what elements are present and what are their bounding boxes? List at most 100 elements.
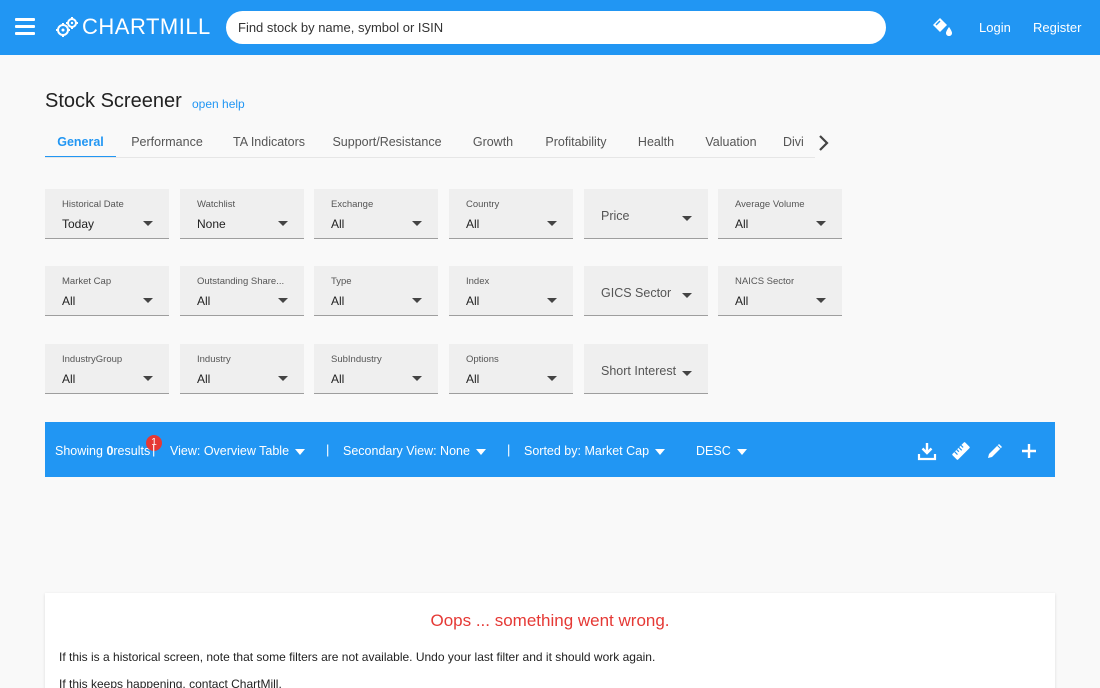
filter-value: All: [331, 372, 345, 386]
filter-watchlist[interactable]: Watchlist None: [180, 189, 304, 239]
secondary-view-label: Secondary View: None: [343, 444, 470, 458]
filter-options[interactable]: Options All: [449, 344, 573, 394]
results-count: Showing 0results: [55, 444, 150, 458]
filter-industry[interactable]: Industry All: [180, 344, 304, 394]
filter-index[interactable]: Index All: [449, 266, 573, 316]
tab-bar: General Performance TA Indicators Suppor…: [45, 126, 815, 158]
filter-label: GICS Sector: [601, 286, 672, 300]
menu-icon[interactable]: [15, 18, 35, 36]
separator: |: [152, 442, 156, 457]
filter-exchange[interactable]: Exchange All: [314, 189, 438, 239]
filter-industry-group[interactable]: IndustryGroup All: [45, 344, 169, 394]
filter-outstanding-shares[interactable]: Outstanding Share... All: [180, 266, 304, 316]
filter-value: All: [62, 294, 76, 308]
filter-label: Price: [601, 209, 630, 223]
caret-down-icon: [547, 376, 557, 381]
results-toolbar: Showing 0results 1 | View: Overview Tabl…: [45, 422, 1055, 477]
caret-down-icon: [547, 221, 557, 226]
tab-health[interactable]: Health: [632, 126, 680, 157]
filter-value: All: [62, 372, 76, 386]
filter-value: All: [735, 217, 749, 231]
chevron-right-icon[interactable]: [816, 133, 832, 153]
tab-performance[interactable]: Performance: [127, 126, 207, 157]
filter-naics-sector[interactable]: NAICS Sector All: [718, 266, 842, 316]
error-title: Oops ... something went wrong.: [430, 611, 670, 630]
filter-market-cap[interactable]: Market Cap All: [45, 266, 169, 316]
filter-label: SubIndustry: [331, 354, 382, 365]
filter-label: Exchange: [331, 199, 374, 210]
tab-ta-indicators[interactable]: TA Indicators: [227, 126, 311, 157]
view-label: View: Overview Table: [170, 444, 290, 458]
tab-growth[interactable]: Growth: [466, 126, 520, 157]
filter-label: Market Cap: [62, 276, 112, 287]
order-label: DESC: [696, 444, 731, 458]
filter-value: All: [466, 217, 480, 231]
paint-bucket-icon[interactable]: [930, 16, 954, 38]
tab-support-resistance[interactable]: Support/Resistance: [331, 126, 443, 157]
filter-type[interactable]: Type All: [314, 266, 438, 316]
filter-label: Index: [466, 276, 490, 287]
caret-down-icon: [143, 376, 153, 381]
filter-historical-date[interactable]: Historical Date Today: [45, 189, 169, 239]
filter-value: All: [197, 294, 211, 308]
login-link[interactable]: Login: [979, 20, 1011, 35]
plus-icon[interactable]: [1019, 441, 1039, 461]
search-input[interactable]: [226, 11, 886, 44]
ruler-icon[interactable]: [951, 441, 971, 461]
filter-label: Industry: [197, 354, 231, 365]
filter-subindustry[interactable]: SubIndustry All: [314, 344, 438, 394]
filter-gics-sector[interactable]: GICS Sector: [584, 266, 708, 316]
sort-dropdown[interactable]: Sorted by: Market Cap: [524, 444, 666, 458]
filter-average-volume[interactable]: Average Volume All: [718, 189, 842, 239]
showing-suffix: results: [113, 444, 151, 458]
caret-down-icon: [278, 376, 288, 381]
separator: |: [326, 442, 330, 457]
filter-label: Short Interest: [601, 364, 677, 378]
secondary-view-dropdown[interactable]: Secondary View: None: [343, 444, 486, 458]
caret-down-icon: [816, 298, 826, 303]
filter-label: Average Volume: [735, 199, 805, 210]
error-contact-message: If this keeps happening, contact ChartMi…: [59, 677, 282, 688]
filter-label: Options: [466, 354, 499, 365]
filter-country[interactable]: Country All: [449, 189, 573, 239]
gear-logo-icon: [56, 17, 78, 37]
caret-down-icon: [682, 216, 692, 221]
filter-value: None: [197, 217, 226, 231]
caret-down-icon: [278, 221, 288, 226]
tab-valuation[interactable]: Valuation: [699, 126, 763, 157]
top-app-bar: ChartMill Login Register: [0, 0, 1100, 55]
filter-label: Historical Date: [62, 199, 124, 210]
open-help-link[interactable]: open help: [192, 97, 245, 111]
download-icon[interactable]: [917, 441, 937, 461]
filter-label: Type: [331, 276, 352, 287]
caret-down-icon: [412, 376, 422, 381]
separator: |: [507, 442, 511, 457]
filter-value: Today: [62, 217, 95, 231]
caret-down-icon: [278, 298, 288, 303]
logo[interactable]: ChartMill: [54, 14, 211, 40]
filter-value: All: [466, 372, 480, 386]
caret-down-icon: [682, 293, 692, 298]
filter-value: All: [331, 217, 345, 231]
filter-value: All: [735, 294, 749, 308]
caret-down-icon: [655, 448, 666, 455]
filter-label: NAICS Sector: [735, 276, 795, 287]
filter-price[interactable]: Price: [584, 189, 708, 239]
order-dropdown[interactable]: DESC: [696, 444, 747, 458]
register-link[interactable]: Register: [1033, 20, 1081, 35]
error-message: If this is a historical screen, note tha…: [59, 650, 656, 664]
caret-down-icon: [412, 298, 422, 303]
tab-profitability[interactable]: Profitability: [538, 126, 614, 157]
filter-value: All: [331, 294, 345, 308]
showing-prefix: Showing: [55, 444, 107, 458]
caret-down-icon: [682, 371, 692, 376]
tab-dividend[interactable]: Divi: [783, 126, 815, 157]
tab-general[interactable]: General: [45, 126, 116, 157]
sort-label: Sorted by: Market Cap: [524, 444, 650, 458]
filter-label: IndustryGroup: [62, 354, 123, 365]
pencil-icon[interactable]: [985, 441, 1005, 461]
error-card: Oops ... something went wrong. If this i…: [45, 593, 1055, 688]
filter-short-interest[interactable]: Short Interest: [584, 344, 708, 394]
view-dropdown[interactable]: View: Overview Table: [170, 444, 306, 458]
filter-value: All: [197, 372, 211, 386]
